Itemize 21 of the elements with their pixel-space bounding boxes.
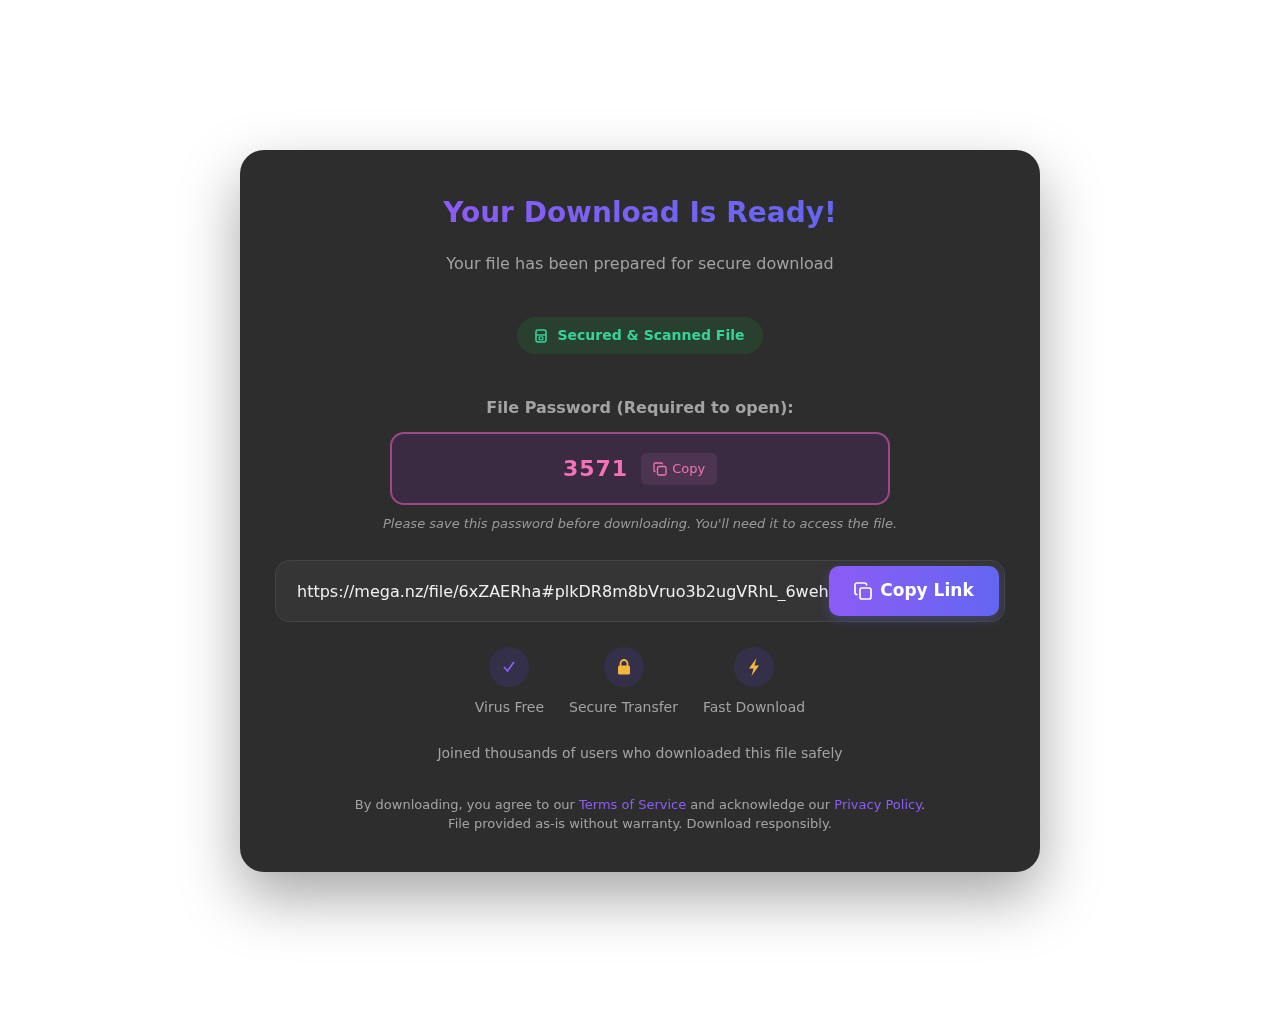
copy-icon — [653, 461, 668, 476]
feature-label: Virus Free — [474, 698, 545, 717]
lock-icon — [535, 328, 548, 343]
lightning-icon — [734, 647, 775, 687]
feature-label: Secure Transfer — [569, 698, 678, 717]
legal-link[interactable]: Terms of Service — [579, 797, 687, 812]
feature-label: Fast Download — [703, 698, 806, 717]
link-field[interactable]: https://mega.nz/file/6xZAERha#plkDR8m8bVruo3b2ugVRhL_6weh Copy Link — [275, 560, 1005, 622]
copy-password-button[interactable]: Copy — [641, 452, 718, 485]
copy-link-button[interactable]: Copy Link — [829, 566, 999, 616]
password-value: 3571 — [562, 455, 629, 483]
password-note: Please save this password before downloading. You'll need it to access the file. — [382, 515, 898, 533]
subtitle: Your file has been prepared for secure download — [446, 253, 834, 275]
password-label: File Password (Required to open): — [486, 397, 794, 419]
check-icon — [489, 647, 530, 687]
lock-icon — [603, 647, 644, 687]
social-proof-text: Joined thousands of users who downloaded this file safely — [437, 744, 843, 763]
terms-notice: By downloading, you agree to our Terms of Service and acknowledge our Privacy Policy. — [354, 796, 926, 814]
copy-icon — [854, 582, 873, 600]
badge-label: Secured & Scanned File — [557, 326, 745, 345]
disclaimer-text: File provided as-is without warranty. Download responsibly. — [448, 815, 832, 833]
